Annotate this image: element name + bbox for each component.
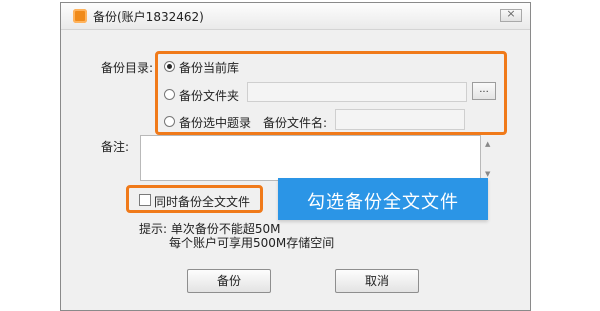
note-label: 备注: (101, 140, 130, 154)
backup-button[interactable]: 备份 (187, 269, 271, 293)
scroll-up-icon[interactable]: ▲ (485, 140, 490, 148)
cancel-button[interactable]: 取消 (335, 269, 419, 293)
app-logo-icon (73, 9, 87, 23)
close-button[interactable]: × (500, 7, 522, 22)
backup-dir-highlight-frame (155, 51, 507, 135)
backup-dir-label: 备份目录: (101, 61, 154, 75)
fulltext-highlight-frame (126, 185, 263, 213)
window-title: 备份(账户1832462) (93, 10, 204, 24)
close-icon: × (506, 7, 516, 20)
scroll-down-icon[interactable]: ▼ (485, 170, 490, 178)
note-textarea[interactable] (140, 135, 481, 181)
callout-banner: 勾选备份全文文件 (278, 178, 488, 220)
callout-text: 勾选备份全文文件 (307, 192, 459, 213)
title-bar: 备份(账户1832462) × (61, 3, 530, 30)
hint-line-2: 每个账户可享用500M存储空间 (169, 236, 335, 250)
